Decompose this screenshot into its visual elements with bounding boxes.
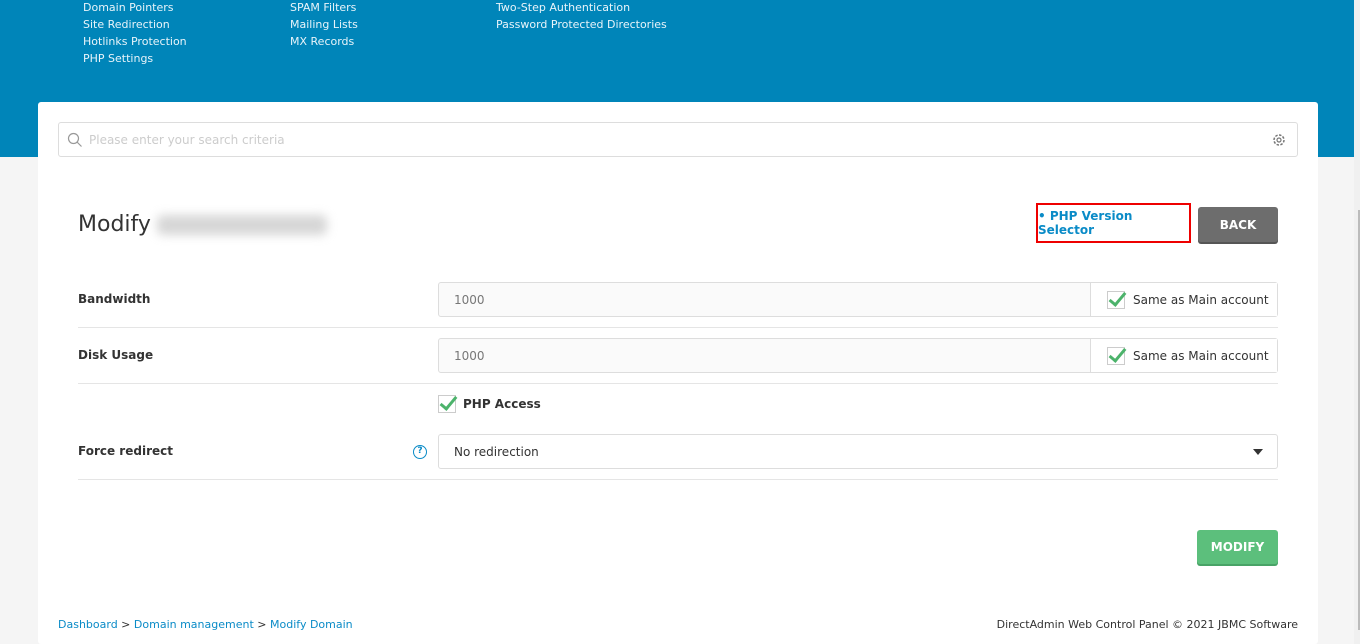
breadcrumb: Dashboard > Domain management > Modify D… [58, 618, 353, 631]
bandwidth-same-as-main[interactable]: Same as Main account [1090, 283, 1277, 316]
menu-domain-pointers[interactable]: Domain Pointers [83, 0, 187, 17]
disk-usage-field: Same as Main account [438, 338, 1278, 373]
menu-mailing-lists[interactable]: Mailing Lists [290, 16, 358, 34]
bandwidth-label: Bandwidth [78, 292, 151, 306]
menu-mx-records[interactable]: MX Records [290, 33, 358, 51]
bandwidth-field: Same as Main account [438, 282, 1278, 317]
search-icon [67, 132, 82, 147]
menu-column-1: Domain Pointers Site Redirection Hotlink… [83, 0, 187, 68]
help-icon[interactable]: ? [413, 445, 427, 459]
disk-usage-row: Disk Usage Same as Main account [78, 328, 1278, 384]
scrollbar[interactable] [1354, 0, 1360, 644]
search-bar [58, 122, 1298, 157]
breadcrumb-modify-domain[interactable]: Modify Domain [270, 618, 353, 631]
menu-password-protected-dirs[interactable]: Password Protected Directories [496, 16, 667, 34]
force-redirect-label: Force redirect [78, 444, 173, 458]
breadcrumb-separator: > [253, 618, 270, 631]
disk-usage-label: Disk Usage [78, 348, 154, 362]
bandwidth-input[interactable] [439, 283, 1090, 316]
menu-column-2: SPAM Filters Mailing Lists MX Records [290, 0, 358, 51]
menu-php-settings[interactable]: PHP Settings [83, 50, 187, 68]
checkbox-checked[interactable] [1107, 290, 1125, 309]
gear-icon[interactable] [1271, 132, 1287, 148]
php-access-checkbox[interactable]: PHP Access [438, 395, 541, 413]
modify-button[interactable]: MODIFY [1197, 530, 1278, 564]
page-title: Modify [78, 212, 327, 237]
back-button[interactable]: BACK [1198, 207, 1278, 242]
force-redirect-select[interactable]: No redirection [438, 434, 1278, 469]
footer-copyright: DirectAdmin Web Control Panel © 2021 JBM… [996, 618, 1298, 631]
disk-usage-input[interactable] [439, 339, 1090, 372]
blurred-domain-name [156, 215, 327, 235]
same-label: Same as Main account [1133, 292, 1269, 307]
breadcrumb-separator: > [117, 618, 134, 631]
menu-two-step-auth[interactable]: Two-Step Authentication [496, 0, 667, 17]
breadcrumb-domain-management[interactable]: Domain management [134, 618, 254, 631]
disk-same-as-main[interactable]: Same as Main account [1090, 339, 1277, 372]
page-title-text: Modify [78, 212, 151, 237]
same-label: Same as Main account [1133, 348, 1269, 363]
main-card: Modify • PHP Version Selector BACK Bandw… [38, 102, 1318, 644]
menu-spam-filters[interactable]: SPAM Filters [290, 0, 358, 17]
chevron-down-icon [1253, 449, 1263, 455]
bandwidth-row: Bandwidth Same as Main account [78, 272, 1278, 328]
force-redirect-row: Force redirect ? No redirection [78, 434, 1278, 480]
checkbox-checked[interactable] [1107, 346, 1125, 365]
menu-hotlinks-protection[interactable]: Hotlinks Protection [83, 33, 187, 51]
checkbox-checked[interactable] [438, 395, 456, 413]
php-version-selector-link[interactable]: • PHP Version Selector [1036, 203, 1191, 243]
php-access-label: PHP Access [463, 397, 541, 411]
search-input[interactable] [89, 132, 1271, 147]
selected-value: No redirection [454, 444, 539, 459]
breadcrumb-dashboard[interactable]: Dashboard [58, 618, 118, 631]
menu-site-redirection[interactable]: Site Redirection [83, 16, 187, 34]
menu-column-3: Two-Step Authentication Password Protect… [496, 0, 667, 34]
